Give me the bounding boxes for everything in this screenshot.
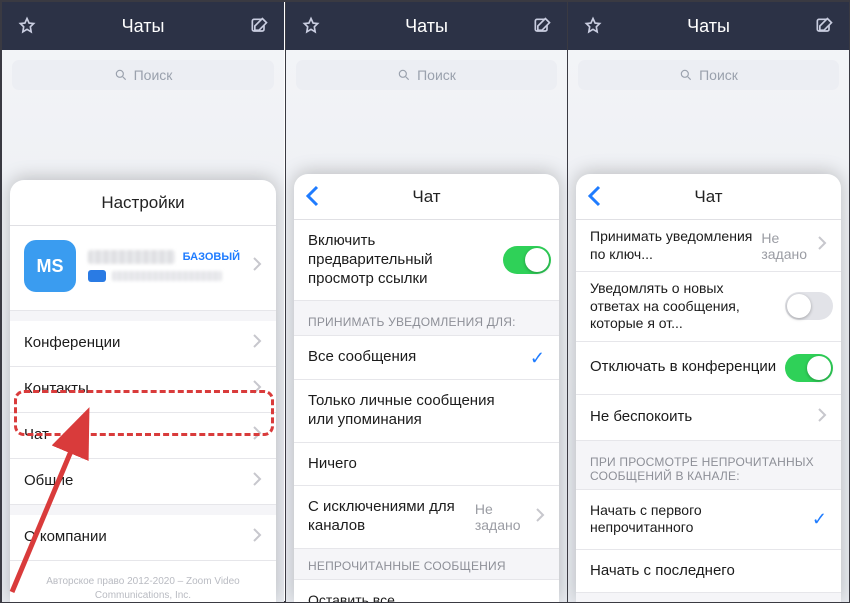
chevron-right-icon (252, 527, 262, 548)
row-mute-in-conf[interactable]: Отключать в конференции (576, 342, 841, 395)
chevron-right-icon (252, 379, 262, 400)
opt-start-first-unread[interactable]: Начать с первого непрочитанного ✓ (576, 490, 841, 550)
toggle-mute-in-conf[interactable] (785, 354, 833, 382)
chevron-right-icon (252, 471, 262, 492)
section-when-notify: КОГДА МЕНЯ УВЕДОМЛЯТЬ: (576, 593, 841, 602)
navbar-title: Чаты (687, 16, 730, 37)
row-keyword-notifs[interactable]: Принимать уведомления по ключ... Не зада… (576, 220, 841, 272)
navbar: Чаты (568, 2, 849, 50)
star-icon[interactable] (16, 15, 38, 37)
opt-nothing[interactable]: Ничего (294, 443, 559, 487)
section-channel-unread: ПРИ ПРОСМОТРЕ НЕПРОЧИТАННЫХ СООБЩЕНИЙ В … (576, 441, 841, 490)
search-icon (679, 68, 693, 82)
toggle-reply-notifs[interactable] (785, 292, 833, 320)
row-link-preview[interactable]: Включить предварительный просмотр ссылки (294, 220, 559, 301)
toggle-link-preview[interactable] (503, 246, 551, 274)
settings-sheet: Настройки MS БАЗОВЫЙ Конфе (10, 180, 276, 602)
star-icon[interactable] (582, 15, 604, 37)
phone-1: Чаты Поиск Настройки MS БАЗОВЫЙ (2, 2, 284, 602)
phone-2: Чаты Поиск Чат Включить предварительный … (285, 2, 567, 602)
section-receive-for: ПРИНИМАТЬ УВЕДОМЛЕНИЯ ДЛЯ: (294, 301, 559, 336)
chat-settings-sheet-2: Чат Принимать уведомления по ключ... Не … (576, 174, 841, 602)
compose-icon[interactable] (531, 15, 553, 37)
search-icon (114, 68, 128, 82)
chevron-right-icon (817, 235, 827, 256)
row-dnd[interactable]: Не беспокоить (576, 395, 841, 441)
search-input[interactable]: Поиск (296, 60, 557, 90)
chat-settings-sheet: Чат Включить предварительный просмотр сс… (294, 174, 559, 602)
row-reply-notifs[interactable]: Уведомлять о новых ответах на сообщения,… (576, 272, 841, 342)
check-icon: ✓ (812, 510, 827, 528)
navbar-title: Чаты (122, 16, 165, 37)
check-icon: ✓ (530, 349, 545, 367)
opt-all-messages[interactable]: Все сообщения ✓ (294, 336, 559, 380)
navbar: Чаты (2, 2, 284, 50)
settings-item-chat[interactable]: Чат (10, 413, 276, 459)
phone-3: Чаты Поиск Чат Принимать уведомления по … (567, 2, 849, 602)
search-input[interactable]: Поиск (12, 60, 274, 90)
settings-item-conferences[interactable]: Конференции (10, 321, 276, 367)
profile-row[interactable]: MS БАЗОВЫЙ (10, 226, 276, 311)
zoom-icon (88, 270, 106, 282)
section-unread: НЕПРОЧИТАННЫЕ СООБЩЕНИЯ (294, 549, 559, 580)
sheet-title: Настройки (101, 193, 184, 213)
settings-item-general[interactable]: Общие (10, 459, 276, 505)
settings-item-about[interactable]: О компании (10, 515, 276, 561)
search-wrap: Поиск (2, 50, 284, 96)
opt-start-last[interactable]: Начать с последнего (576, 550, 841, 594)
chevron-right-icon (252, 333, 262, 354)
chevron-right-icon (817, 407, 827, 428)
plan-badge: БАЗОВЫЙ (183, 251, 240, 263)
search-icon (397, 68, 411, 82)
stage: Чаты Поиск Настройки MS БАЗОВЫЙ (0, 0, 850, 603)
sheet-header: Настройки (10, 180, 276, 226)
chevron-right-icon (252, 256, 262, 277)
profile-name-blurred (88, 250, 175, 264)
copyright: Авторское право 2012-2020 – Zoom Video C… (10, 561, 276, 602)
profile-email-blurred (112, 271, 222, 281)
compose-icon[interactable] (248, 15, 270, 37)
avatar: MS (24, 240, 76, 292)
navbar: Чаты (286, 2, 567, 50)
search-input[interactable]: Поиск (578, 60, 839, 90)
navbar-title: Чаты (405, 16, 448, 37)
opt-channel-exceptions[interactable]: С исключениями для каналов Не задано (294, 486, 559, 549)
chevron-right-icon (535, 507, 545, 528)
row-keep-unread-top[interactable]: Оставить все непрочитанные сообщения све… (294, 580, 559, 602)
back-button[interactable] (304, 184, 322, 213)
compose-icon[interactable] (813, 15, 835, 37)
star-icon[interactable] (300, 15, 322, 37)
settings-item-contacts[interactable]: Контакты (10, 367, 276, 413)
profile-info: БАЗОВЫЙ (88, 250, 240, 282)
search-placeholder: Поиск (134, 67, 173, 83)
back-button[interactable] (586, 184, 604, 213)
opt-personal-mentions[interactable]: Только личные сообщения или упоминания (294, 380, 559, 443)
chevron-right-icon (252, 425, 262, 446)
